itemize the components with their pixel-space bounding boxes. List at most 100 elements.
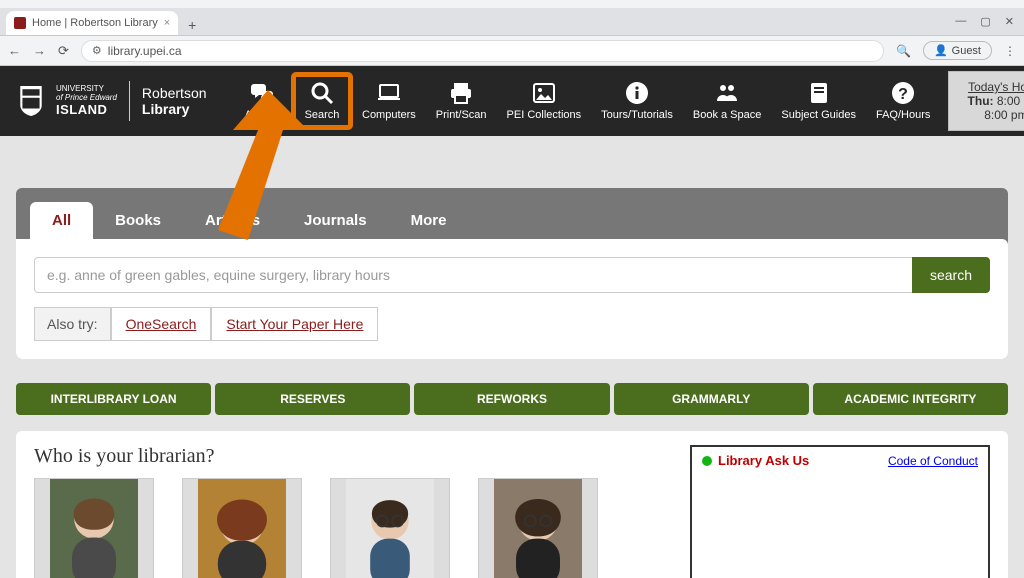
nav-label: FAQ/Hours — [876, 109, 930, 121]
browser-toolbar: ← → ⟳ ⚙ library.upei.ca 🔍 👤 Guest ⋮ — [0, 36, 1024, 66]
headshot-placeholder — [49, 478, 139, 578]
reload-icon[interactable]: ⟳ — [58, 43, 69, 59]
tab-favicon — [14, 17, 26, 29]
browser-menu-icon[interactable]: ⋮ — [1004, 44, 1016, 58]
hours-line: Thu: 8:00 am-8:00 pm — [963, 94, 1024, 122]
action-grammarly[interactable]: GRAMMARLY — [614, 383, 809, 415]
laptop-icon — [377, 81, 401, 105]
action-reserves[interactable]: RESERVES — [215, 383, 410, 415]
person-icon: 👤 — [934, 44, 948, 57]
library-wordmark: Robertson Library — [142, 85, 207, 117]
chat-icon — [250, 81, 274, 105]
group-icon — [715, 81, 739, 105]
search-button[interactable]: search — [912, 257, 990, 293]
search-tab-books[interactable]: Books — [93, 202, 183, 239]
nav-computers[interactable]: Computers — [354, 75, 424, 127]
maximize-icon[interactable]: ▢ — [980, 15, 990, 28]
headshot-placeholder — [197, 478, 287, 578]
chat-widget[interactable]: Library Ask Us Code of Conduct — [690, 445, 990, 578]
search-icon — [310, 81, 334, 105]
tab-title: Home | Robertson Library — [32, 17, 158, 29]
nav-label: Ask Us — [245, 109, 280, 121]
nav-printscan[interactable]: Print/Scan — [428, 75, 495, 127]
search-tabs: All Books Articles Journals More — [16, 188, 1008, 239]
action-refworks[interactable]: REFWORKS — [414, 383, 609, 415]
site-header: UNIVERSITY of Prince Edward ISLAND Rober… — [0, 66, 1024, 136]
image-icon — [532, 81, 556, 105]
back-icon[interactable]: ← — [8, 43, 21, 58]
quick-actions-bar: INTERLIBRARY LOAN RESERVES REFWORKS GRAM… — [16, 383, 1008, 415]
code-of-conduct-link[interactable]: Code of Conduct — [888, 454, 978, 468]
search-body: search Also try: OneSearch Start Your Pa… — [16, 239, 1008, 359]
librarian-card[interactable] — [182, 478, 302, 578]
nav-label: Computers — [362, 109, 416, 121]
headshot-placeholder — [493, 478, 583, 578]
upei-wordmark: UNIVERSITY of Prince Edward ISLAND — [56, 85, 117, 118]
chat-header: Library Ask Us Code of Conduct — [702, 453, 978, 468]
nav-faq-hours[interactable]: ? FAQ/Hours — [868, 75, 938, 127]
nav-label: Search — [305, 109, 340, 121]
search-panel: All Books Articles Journals More search … — [16, 188, 1008, 359]
logo-divider — [129, 81, 130, 121]
nav-subject-guides[interactable]: Subject Guides — [773, 75, 864, 127]
search-tab-more[interactable]: More — [389, 202, 469, 239]
upei-shield-icon — [18, 86, 44, 116]
nav-pei-collections[interactable]: PEI Collections — [499, 75, 590, 127]
main-nav: Ask Us Search Computers Print/Scan PEI C… — [234, 75, 938, 127]
nav-label: Book a Space — [693, 109, 762, 121]
action-interlibrary-loan[interactable]: INTERLIBRARY LOAN — [16, 383, 211, 415]
nav-label: PEI Collections — [507, 109, 582, 121]
nav-label: Subject Guides — [781, 109, 856, 121]
close-icon[interactable]: × — [164, 17, 170, 29]
todays-hours-box[interactable]: Today's Hours Thu: 8:00 am-8:00 pm — [948, 71, 1024, 131]
nav-label: Print/Scan — [436, 109, 487, 121]
also-link-onesearch[interactable]: OneSearch — [111, 307, 212, 341]
search-tab-articles[interactable]: Articles — [183, 202, 282, 239]
guest-label: Guest — [952, 45, 981, 57]
svg-text:?: ? — [898, 86, 908, 103]
browser-tab[interactable]: Home | Robertson Library × — [6, 11, 178, 35]
hours-day: Thu: — [968, 94, 994, 108]
nav-search[interactable]: Search — [294, 75, 350, 127]
profile-guest-button[interactable]: 👤 Guest — [923, 41, 992, 60]
url-text: library.upei.ca — [108, 44, 182, 58]
nav-book-space[interactable]: Book a Space — [685, 75, 770, 127]
new-tab-button[interactable]: + — [182, 15, 202, 35]
search-tab-journals[interactable]: Journals — [282, 202, 389, 239]
site-settings-icon[interactable]: ⚙ — [92, 44, 102, 57]
librarian-section: Who is your librarian? — [34, 445, 674, 578]
search-tab-all[interactable]: All — [30, 202, 93, 239]
zoom-icon[interactable]: 🔍 — [896, 44, 911, 58]
librarian-card[interactable] — [478, 478, 598, 578]
address-bar[interactable]: ⚙ library.upei.ca — [81, 40, 884, 62]
librarian-card[interactable] — [330, 478, 450, 578]
action-academic-integrity[interactable]: ACADEMIC INTEGRITY — [813, 383, 1008, 415]
window-titlebar — [0, 0, 1024, 8]
browser-tabstrip: Home | Robertson Library × + — ▢ ✕ — [0, 8, 1024, 36]
also-link-startpaper[interactable]: Start Your Paper Here — [211, 307, 378, 341]
close-window-icon[interactable]: ✕ — [1005, 15, 1014, 28]
lower-row: Who is your librarian? Library Ask U — [16, 431, 1008, 578]
info-icon — [625, 81, 649, 105]
librarian-heading: Who is your librarian? — [34, 445, 674, 468]
forward-icon[interactable]: → — [33, 43, 46, 58]
question-icon: ? — [891, 81, 915, 105]
librarian-grid — [34, 478, 674, 578]
site-logo[interactable]: UNIVERSITY of Prince Edward ISLAND Rober… — [18, 81, 224, 121]
nav-tours[interactable]: Tours/Tutorials — [593, 75, 681, 127]
page-content: All Books Articles Journals More search … — [0, 136, 1024, 578]
window-controls: — ▢ ✕ — [945, 7, 1024, 35]
status-online-icon — [702, 456, 712, 466]
search-input[interactable] — [34, 257, 912, 293]
search-row: search — [34, 257, 990, 293]
librarian-card[interactable] — [34, 478, 154, 578]
hours-title: Today's Hours — [963, 80, 1024, 94]
nav-askus[interactable]: Ask Us — [234, 75, 290, 127]
chat-title: Library Ask Us — [718, 453, 882, 468]
minimize-icon[interactable]: — — [955, 15, 966, 27]
also-try-row: Also try: OneSearch Start Your Paper Her… — [34, 307, 990, 341]
book-icon — [807, 81, 831, 105]
headshot-placeholder — [345, 478, 435, 578]
also-try-label: Also try: — [34, 307, 111, 341]
nav-label: Tours/Tutorials — [601, 109, 673, 121]
